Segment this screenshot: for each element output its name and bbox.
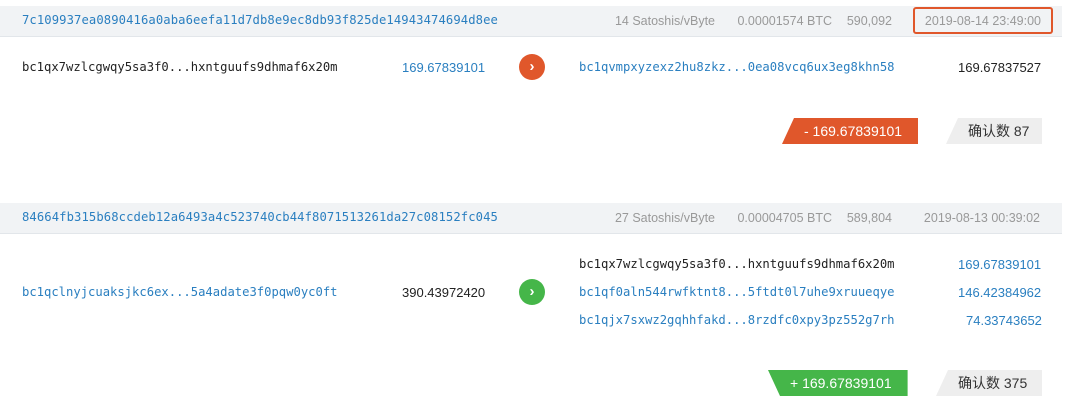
transaction-time: 2019-08-14 23:49:00 bbox=[912, 7, 1053, 34]
chevron-right-icon: › bbox=[519, 279, 545, 305]
input-value: 169.67839101 bbox=[402, 60, 486, 75]
confirmations-badge: 确认数 375 bbox=[936, 370, 1042, 396]
block-height: 590,092 bbox=[846, 14, 892, 28]
transaction-card: 84664fb315b68ccdeb12a6493a4c523740cb44f8… bbox=[0, 203, 1062, 396]
input-value: 390.43972420 bbox=[402, 285, 486, 300]
output-address[interactable]: bc1qjx7sxwz2gqhhfakd...8rzdfc0xpy3pz552g… bbox=[579, 313, 895, 327]
balance-change-badge: + 169.67839101 bbox=[768, 370, 908, 396]
fee-rate: 14 Satoshis/vByte bbox=[614, 14, 715, 28]
output-value: 74.33743652 bbox=[966, 313, 1042, 328]
transaction-card: 7c109937ea0890416a0aba6eefa11d7db8e9ec8d… bbox=[0, 6, 1062, 144]
output-value: 169.67839101 bbox=[958, 257, 1042, 272]
transaction-hash-link[interactable]: 7c109937ea0890416a0aba6eefa11d7db8e9ec8d… bbox=[22, 13, 498, 27]
chevron-right-icon: › bbox=[519, 54, 545, 80]
output-address[interactable]: bc1qvmpxyzexz2hu8zkz...0ea08vcq6ux3eg8kh… bbox=[579, 60, 895, 74]
transaction-time: 2019-08-13 00:39:02 bbox=[923, 211, 1040, 225]
balance-change-badge: - 169.67839101 bbox=[782, 118, 919, 144]
confirmations-badge: 确认数 87 bbox=[946, 118, 1042, 144]
transaction-header: 7c109937ea0890416a0aba6eefa11d7db8e9ec8d… bbox=[0, 6, 1062, 37]
output-value: 169.67837527 bbox=[958, 60, 1042, 75]
output-address: bc1qx7wzlcgwqy5sa3f0...hxntguufs9dhmaf6x… bbox=[579, 257, 895, 271]
output-address[interactable]: bc1qf0aln544rwfktnt8...5ftdt0l7uhe9xruue… bbox=[579, 285, 895, 299]
fee-amount: 0.00001574 BTC bbox=[737, 14, 832, 28]
fee-amount: 0.00004705 BTC bbox=[737, 211, 832, 225]
output-value: 146.42384962 bbox=[958, 285, 1042, 300]
input-address: bc1qx7wzlcgwqy5sa3f0...hxntguufs9dhmaf6x… bbox=[22, 60, 338, 74]
transaction-hash-link[interactable]: 84664fb315b68ccdeb12a6493a4c523740cb44f8… bbox=[22, 210, 498, 224]
block-height: 589,804 bbox=[846, 211, 892, 225]
input-address[interactable]: bc1qclnyjcuaksjkc6ex...5a4adate3f0pqw0yc… bbox=[22, 285, 338, 299]
fee-rate: 27 Satoshis/vByte bbox=[614, 211, 715, 225]
transaction-header: 84664fb315b68ccdeb12a6493a4c523740cb44f8… bbox=[0, 203, 1062, 234]
